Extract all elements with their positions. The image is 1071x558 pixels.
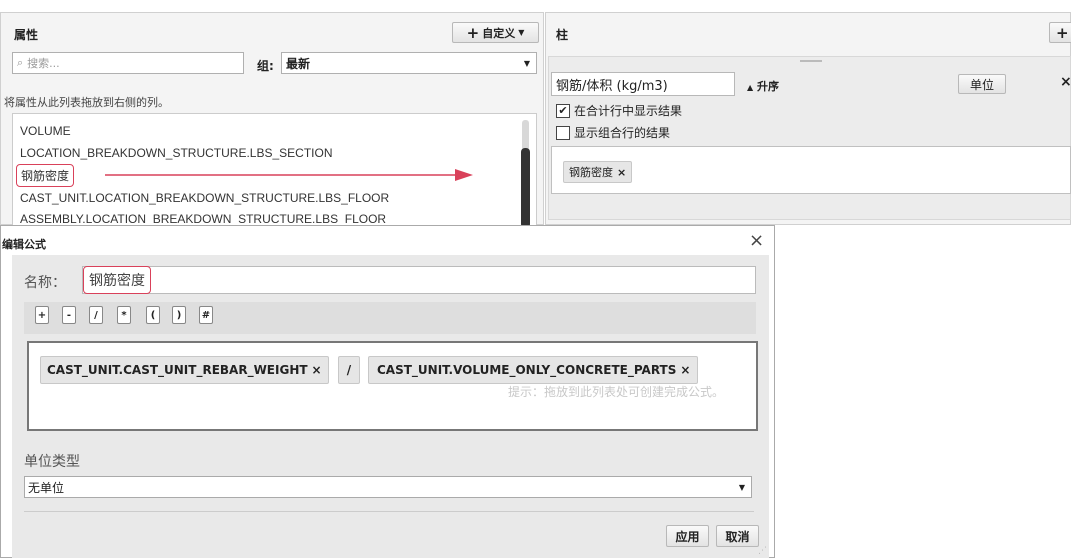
remove-icon[interactable]: × xyxy=(312,363,322,377)
dropdown-arrow-icon: ▼ xyxy=(518,28,525,37)
formula-operand-left[interactable]: CAST_UNIT.CAST_UNIT_REBAR_WEIGHT × xyxy=(40,356,329,384)
group-select[interactable]: 最新 ▼ xyxy=(281,52,537,74)
group-label: 组: xyxy=(257,59,274,73)
chevron-down-icon: ▼ xyxy=(523,58,530,68)
open-paren-button[interactable]: ( xyxy=(146,306,160,324)
divide-operator-button[interactable]: / xyxy=(89,306,103,324)
apply-button[interactable]: 应用 xyxy=(666,525,709,547)
cancel-button[interactable]: 取消 xyxy=(716,525,759,547)
list-item[interactable]: ASSEMBLY.LOCATION_BREAKDOWN_STRUCTURE.LB… xyxy=(20,212,386,224)
custom-button[interactable]: + 自定义 ▼ xyxy=(452,22,539,43)
checkbox-empty-icon xyxy=(556,125,570,140)
list-item[interactable]: CAST_UNIT.LOCATION_BREAKDOWN_STRUCTURE.L… xyxy=(20,191,389,205)
close-paren-button[interactable]: ) xyxy=(172,306,186,324)
close-icon[interactable]: × xyxy=(1060,74,1071,90)
resize-handle[interactable] xyxy=(800,60,822,62)
formula-operand-right[interactable]: CAST_UNIT.VOLUME_ONLY_CONCRETE_PARTS × xyxy=(368,356,698,384)
dialog-close-icon[interactable]: × xyxy=(749,230,764,251)
show-combined-checkbox[interactable]: 显示组合行的结果 xyxy=(556,124,670,141)
list-item[interactable]: VOLUME xyxy=(20,124,71,138)
plus-icon: + xyxy=(466,23,480,42)
sort-toggle[interactable]: ▲ 升序 xyxy=(747,78,779,94)
multiply-operator-button[interactable]: * xyxy=(117,306,131,324)
chevron-down-icon: ▼ xyxy=(738,482,745,492)
dialog-title: 编辑公式 xyxy=(2,238,46,251)
columns-title: 柱 xyxy=(556,28,569,42)
search-input[interactable]: ⌕ 搜索... xyxy=(12,52,244,74)
name-label: 名称： xyxy=(24,275,66,291)
add-column-button[interactable]: + xyxy=(1049,22,1071,43)
plus-operator-button[interactable]: + xyxy=(35,306,49,324)
resize-grip-icon[interactable]: ⋰ xyxy=(758,546,767,556)
density-chip[interactable]: 钢筋密度 × xyxy=(563,161,633,183)
list-scroll-thumb[interactable] xyxy=(521,148,530,225)
show-in-total-checkbox[interactable]: ✔ 在合计行中显示结果 xyxy=(556,102,682,119)
sort-asc-icon: ▲ xyxy=(747,83,754,92)
unit-type-label: 单位类型 xyxy=(24,454,80,470)
formula-operator[interactable]: / xyxy=(338,356,360,384)
list-item-highlighted[interactable]: 钢筋密度 xyxy=(16,164,75,187)
remove-icon[interactable]: × xyxy=(680,363,690,377)
minus-operator-button[interactable]: - xyxy=(62,306,76,324)
checkbox-checked-icon: ✔ xyxy=(556,103,570,118)
list-item[interactable]: LOCATION_BREAKDOWN_STRUCTURE.LBS_SECTION xyxy=(20,146,333,160)
column-name-input[interactable]: 钢筋/体积 (kg/m3) xyxy=(551,72,735,96)
drag-arrow-icon xyxy=(105,169,473,181)
remove-icon[interactable]: × xyxy=(617,166,626,179)
unit-type-select[interactable]: 无单位 ▼ xyxy=(24,476,752,498)
name-value[interactable]: 钢筋密度 xyxy=(83,266,151,294)
name-field[interactable] xyxy=(82,266,756,294)
unit-button[interactable]: 单位 xyxy=(958,74,1006,94)
properties-title: 属性 xyxy=(14,28,39,42)
hash-operator-button[interactable]: # xyxy=(199,306,213,324)
search-icon: ⌕ xyxy=(17,56,24,69)
formula-hint: 提示：拖放到此列表处可创建完成公式。 xyxy=(508,385,725,399)
properties-hint: 将属性从此列表拖放到右侧的列。 xyxy=(4,96,169,109)
operator-bar xyxy=(24,302,756,334)
divider xyxy=(24,511,754,512)
